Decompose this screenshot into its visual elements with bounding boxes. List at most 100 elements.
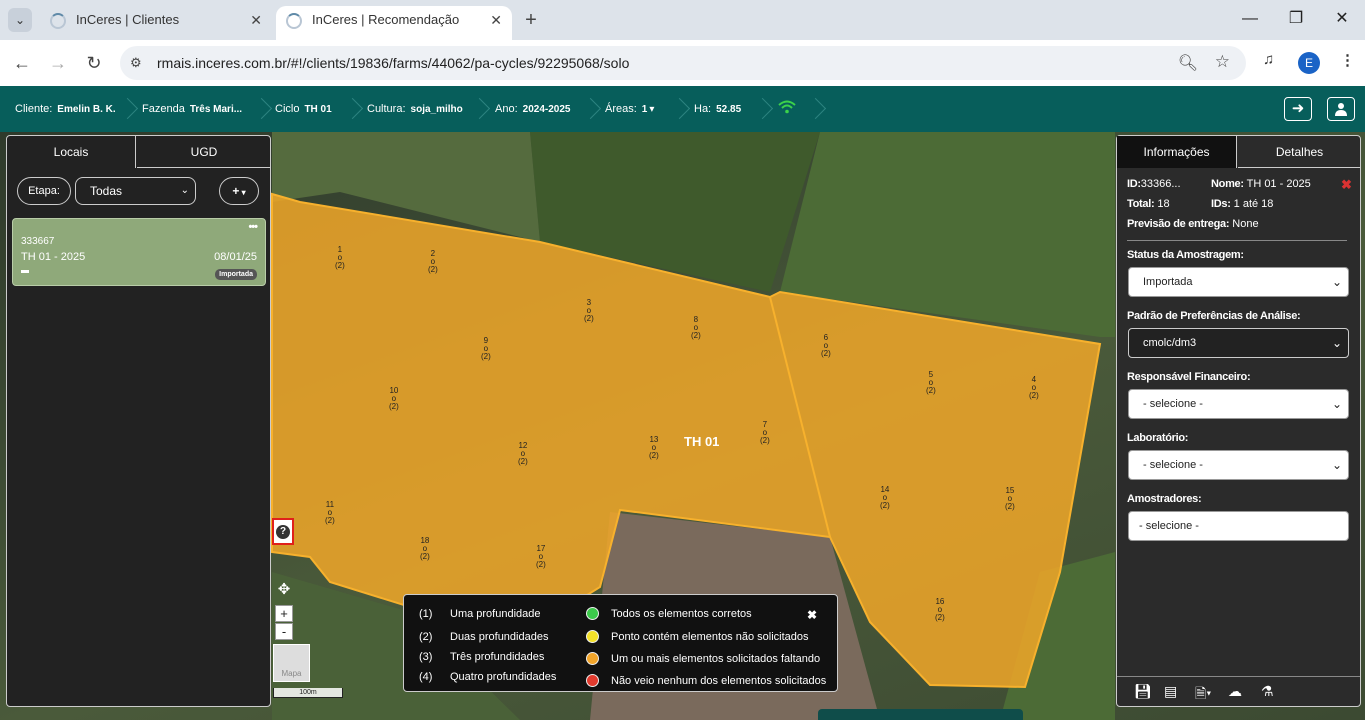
- close-tab-icon[interactable]: ✕: [490, 6, 502, 34]
- bookmark-star-icon[interactable]: ☆: [1215, 52, 1230, 72]
- status-select[interactable]: Importada ⌄: [1128, 267, 1349, 297]
- sample-point[interactable]: 11 o (2): [325, 501, 335, 525]
- right-panel-toolbar: 💾︎ ▤ 🗎▾ ☁ ⚗: [1117, 676, 1360, 706]
- breadcrumb-ciclo[interactable]: Ciclo TH 01: [275, 103, 332, 115]
- browser-tab-strip: ⌄ InCeres | Clientes ✕ InCeres | Recomen…: [0, 0, 1365, 40]
- cloud-upload-icon[interactable]: ☁: [1228, 683, 1242, 700]
- legend-status-label: Um ou mais elementos solicitados faltand…: [611, 653, 821, 665]
- tab-ugd[interactable]: UGD: [137, 136, 271, 168]
- zoom-in-button[interactable]: +: [275, 605, 293, 622]
- file-export-dropdown-icon[interactable]: 🗎▾: [1195, 683, 1211, 707]
- legend-depth-label: Uma profundidade: [450, 608, 541, 620]
- pan-move-icon[interactable]: ✥: [275, 582, 293, 599]
- map-layer-toggle[interactable]: Mapa: [273, 644, 310, 682]
- breadcrumb-ano[interactable]: Ano: 2024-2025: [495, 103, 570, 115]
- save-icon[interactable]: 💾︎: [1134, 683, 1152, 700]
- red-status-dot: [586, 674, 599, 687]
- breadcrumb-fazenda[interactable]: Fazenda Três Mari...: [142, 103, 242, 115]
- sample-point[interactable]: 9 o (2): [481, 337, 491, 361]
- url-text[interactable]: rmais.inceres.com.br/#!/clients/19836/fa…: [157, 55, 629, 71]
- yellow-status-dot: [586, 630, 599, 643]
- sample-point[interactable]: 2 o (2): [428, 250, 438, 274]
- chevron-down-icon: ▾: [649, 104, 655, 115]
- divider: [1127, 240, 1347, 241]
- responsavel-select[interactable]: - selecione - ⌄: [1128, 389, 1349, 419]
- sample-point[interactable]: 8 o (2): [691, 316, 701, 340]
- new-tab-button[interactable]: +: [520, 8, 542, 32]
- profile-avatar[interactable]: E: [1298, 52, 1320, 74]
- browser-tab-recomendacao[interactable]: InCeres | Recomendação ✕: [276, 6, 512, 40]
- amostradores-label: Amostradores:: [1127, 493, 1202, 505]
- sampling-card[interactable]: ••• 333667 TH 01 - 2025 08/01/25 Importa…: [12, 218, 266, 286]
- sample-point[interactable]: 14 o (2): [880, 486, 890, 510]
- sample-point[interactable]: 17 o (2): [536, 545, 546, 569]
- card-progress-mark: [21, 270, 29, 273]
- add-menu-button[interactable]: + ▾: [219, 177, 259, 205]
- close-window-icon[interactable]: ✕: [1332, 8, 1352, 30]
- site-info-icon[interactable]: ⚙: [130, 55, 142, 71]
- breadcrumb-cultura[interactable]: Cultura: soja_milho: [367, 103, 463, 115]
- amostradores-select[interactable]: - selecione -: [1128, 511, 1349, 541]
- responsavel-label: Responsável Financeiro:: [1127, 371, 1251, 383]
- sample-point[interactable]: 6 o (2): [821, 334, 831, 358]
- chevron-down-icon: ⌄: [1331, 275, 1342, 289]
- sample-point[interactable]: 16 o (2): [935, 598, 945, 622]
- field-name-label: TH 01: [684, 434, 720, 449]
- sample-point[interactable]: 4 o (2): [1029, 376, 1039, 400]
- legend-status-label: Todos os elementos corretos: [611, 608, 752, 620]
- close-tab-icon[interactable]: ✕: [250, 6, 262, 34]
- map-legend: (1) Uma profundidade (2) Duas profundidade…: [403, 594, 838, 692]
- restore-window-icon[interactable]: ❐: [1286, 8, 1306, 30]
- tab-locais[interactable]: Locais: [7, 136, 136, 168]
- zoom-out-button[interactable]: -: [275, 623, 293, 640]
- sample-point[interactable]: 15 o (2): [1005, 487, 1015, 511]
- breadcrumb-separator: [472, 96, 486, 122]
- breadcrumb-cliente[interactable]: Cliente: Emelin B. K.: [15, 103, 116, 115]
- zoom-icon[interactable]: 🔍︎: [1178, 53, 1198, 73]
- user-profile-icon[interactable]: [1327, 97, 1355, 121]
- loading-spinner-icon: [286, 13, 302, 29]
- legend-depth-num: (1): [419, 608, 433, 620]
- back-circle-arrow-icon[interactable]: ➜: [1284, 97, 1312, 121]
- chevron-down-icon: ⌄: [180, 185, 189, 196]
- browser-tab-clientes[interactable]: InCeres | Clientes ✕: [40, 6, 272, 40]
- sample-point[interactable]: 12 o (2): [518, 442, 528, 466]
- padrao-select[interactable]: cmolc/dm3 ⌄: [1128, 328, 1349, 358]
- breadcrumb-separator: [755, 96, 769, 122]
- more-options-icon[interactable]: •••: [248, 221, 258, 233]
- breadcrumb-separator: [254, 96, 268, 122]
- help-button[interactable]: ?: [272, 518, 294, 545]
- close-legend-icon[interactable]: ✖: [807, 608, 817, 622]
- sample-point[interactable]: 18 o (2): [420, 537, 430, 561]
- sample-point[interactable]: 1 o (2): [335, 246, 345, 270]
- browser-menu-icon[interactable]: ⋮: [1340, 51, 1355, 69]
- reload-icon[interactable]: ↻: [82, 51, 106, 75]
- tab-informacoes[interactable]: Informações: [1117, 136, 1237, 168]
- back-arrow-icon[interactable]: ←: [10, 51, 34, 75]
- status-badge: Importada: [215, 269, 257, 280]
- sample-point[interactable]: 10 o (2): [389, 387, 399, 411]
- forward-arrow-icon[interactable]: →: [46, 51, 70, 75]
- laboratorio-select[interactable]: - selecione - ⌄: [1128, 450, 1349, 480]
- minimize-window-icon[interactable]: —: [1240, 8, 1260, 30]
- breadcrumb-separator: [808, 96, 822, 122]
- address-bar[interactable]: ⚙ rmais.inceres.com.br/#!/clients/19836/…: [120, 46, 1246, 80]
- sample-point[interactable]: 3 o (2): [584, 299, 594, 323]
- excel-export-icon[interactable]: ▤: [1164, 683, 1177, 700]
- etapa-select[interactable]: Todas ⌄: [75, 177, 196, 205]
- media-controls-icon[interactable]: ♫: [1263, 51, 1274, 68]
- sample-point[interactable]: 5 o (2): [926, 371, 936, 395]
- etapa-label-button[interactable]: Etapa:: [17, 177, 71, 205]
- info-total: Total: 18: [1127, 198, 1170, 210]
- lab-flask-icon[interactable]: ⚗: [1261, 683, 1274, 700]
- legend-depth-num: (4): [419, 671, 433, 683]
- chevron-down-icon: ⌄: [1331, 336, 1342, 350]
- tab-detalhes[interactable]: Detalhes: [1238, 136, 1361, 168]
- close-icon[interactable]: ✖: [1341, 177, 1352, 193]
- breadcrumb-areas[interactable]: Áreas: 1 ▾: [605, 103, 654, 115]
- sample-point[interactable]: 13 o (2): [649, 436, 659, 460]
- bottom-panel-handle[interactable]: [818, 709, 1023, 720]
- sample-point[interactable]: 7 o (2): [760, 421, 770, 445]
- breadcrumb-separator: [583, 96, 597, 122]
- tab-search-chevron-icon[interactable]: ⌄: [8, 8, 32, 32]
